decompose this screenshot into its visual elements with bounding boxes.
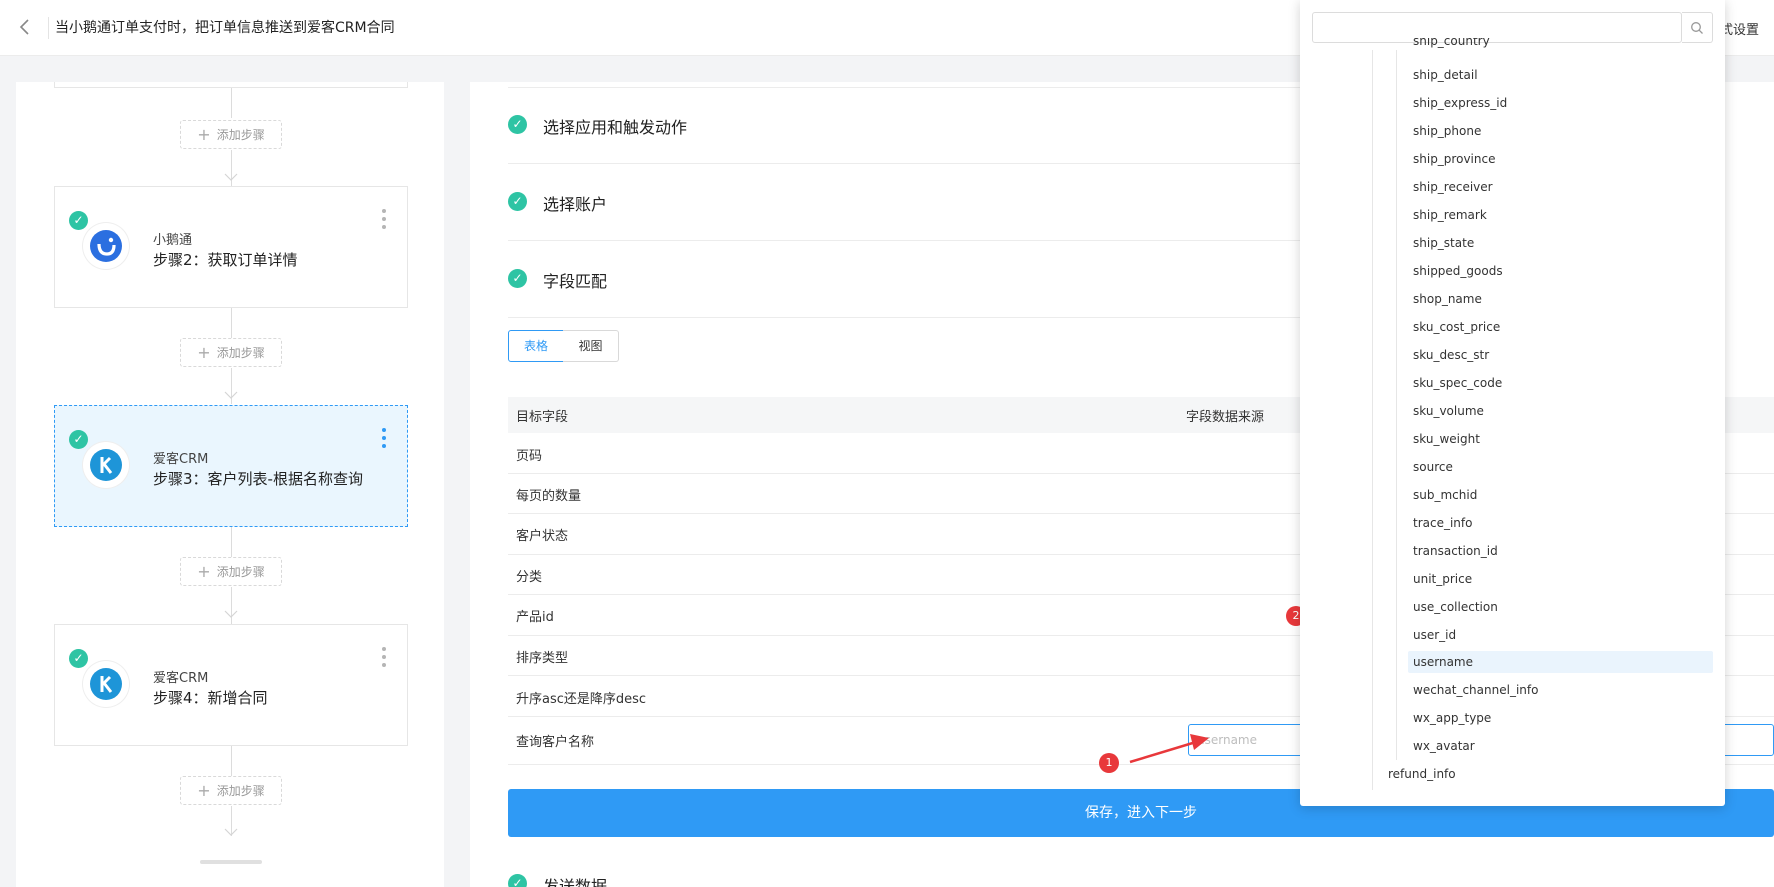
step-app-name: 爱客CRM: [153, 452, 209, 467]
more-vertical-icon[interactable]: [381, 428, 387, 452]
section-label: 选择账户: [543, 195, 608, 214]
dropdown-item[interactable]: ship_remark: [1412, 204, 1712, 226]
check-icon: ✓: [69, 211, 88, 230]
page-title: 当小鹅通订单支付时，把订单信息推送到爱客CRM合同: [48, 17, 395, 39]
step-app-name: 小鹅通: [153, 233, 193, 248]
check-icon: ✓: [69, 430, 88, 449]
scrollbar-thumb[interactable]: [200, 860, 262, 864]
tree-guide-line: [1396, 50, 1397, 760]
annotation-badge: 1: [1099, 753, 1119, 773]
dropdown-item[interactable]: wx_app_type: [1412, 707, 1712, 729]
check-icon: ✓: [508, 192, 527, 211]
divider: [508, 87, 1308, 88]
dropdown-item[interactable]: sku_weight: [1412, 428, 1712, 450]
aike-crm-logo-icon: [83, 661, 129, 707]
step-title: 步骤3：客户列表-根据名称查询: [153, 470, 363, 488]
step-card-2[interactable]: ✓ 小鹅通 步骤2：获取订单详情: [54, 186, 408, 308]
section-label: 选择应用和触发动作: [543, 118, 688, 137]
add-step-button[interactable]: + 添加步骤: [180, 557, 282, 586]
dropdown-item[interactable]: ship_detail: [1412, 64, 1712, 86]
dropdown-item[interactable]: shipped_goods: [1412, 260, 1712, 282]
xiaoetong-logo-icon: [83, 223, 129, 269]
connector-line: [231, 308, 232, 338]
divider: [508, 240, 1308, 241]
section-label: 字段匹配: [543, 272, 608, 291]
divider: [508, 163, 1308, 164]
dropdown-item[interactable]: wx_avatar: [1412, 735, 1712, 757]
dropdown-item[interactable]: user_id: [1412, 624, 1712, 646]
field-select-dropdown: ship_country ship_detail ship_express_id…: [1300, 0, 1725, 806]
column-header: 目标字段: [516, 410, 569, 425]
plus-icon: +: [197, 781, 211, 800]
dropdown-item-selected[interactable]: username: [1408, 651, 1713, 673]
tree-guide-line: [1372, 50, 1373, 790]
column-header: 字段数据来源: [1186, 410, 1265, 425]
dropdown-item[interactable]: shop_name: [1412, 288, 1712, 310]
check-icon: ✓: [508, 874, 527, 887]
connector-line: [231, 746, 232, 776]
dropdown-item[interactable]: use_collection: [1412, 596, 1712, 618]
step-title: 步骤2：获取订单详情: [153, 251, 298, 269]
dropdown-item[interactable]: ship_receiver: [1412, 176, 1712, 198]
more-vertical-icon[interactable]: [381, 647, 387, 671]
check-icon: ✓: [69, 649, 88, 668]
plus-icon: +: [197, 562, 211, 581]
tab-table[interactable]: 表格: [508, 330, 564, 362]
dropdown-item[interactable]: ship_province: [1412, 148, 1712, 170]
dropdown-item[interactable]: sub_mchid: [1412, 484, 1712, 506]
dropdown-item[interactable]: source: [1412, 456, 1712, 478]
dropdown-item[interactable]: unit_price: [1412, 568, 1712, 590]
settings-link[interactable]: 式设置: [1720, 19, 1759, 38]
aike-crm-logo-icon: [83, 442, 129, 488]
chevron-down-icon: [224, 610, 238, 618]
connector-line: [231, 527, 232, 557]
chevron-down-icon: [224, 391, 238, 399]
more-vertical-icon[interactable]: [381, 209, 387, 233]
dropdown-item[interactable]: transaction_id: [1412, 540, 1712, 562]
step-card-4[interactable]: ✓ 爱客CRM 步骤4：新增合同: [54, 624, 408, 746]
chevron-down-icon: [224, 828, 238, 836]
step-app-name: 爱客CRM: [153, 671, 209, 686]
check-icon: ✓: [508, 115, 527, 134]
dropdown-item[interactable]: sku_volume: [1412, 400, 1712, 422]
dropdown-item[interactable]: sku_spec_code: [1412, 372, 1712, 394]
connector-line: [231, 88, 232, 118]
add-step-button[interactable]: + 添加步骤: [180, 338, 282, 367]
plus-icon: +: [197, 125, 211, 144]
chevron-down-icon: [224, 173, 238, 181]
step-card-3[interactable]: ✓ 爱客CRM 步骤3：客户列表-根据名称查询: [54, 405, 408, 527]
dropdown-item[interactable]: ship_express_id: [1412, 92, 1712, 114]
dropdown-item[interactable]: wechat_channel_info: [1412, 679, 1712, 701]
dropdown-item[interactable]: sku_desc_str: [1412, 344, 1712, 366]
section-label: 发送数据: [543, 877, 608, 887]
tab-view[interactable]: 视图: [563, 330, 619, 362]
add-step-button[interactable]: + 添加步骤: [180, 776, 282, 805]
search-icon: [1691, 22, 1703, 34]
add-step-button[interactable]: + 添加步骤: [180, 120, 282, 149]
dropdown-item[interactable]: ship_phone: [1412, 120, 1712, 142]
dropdown-item[interactable]: ship_country: [1412, 38, 1712, 52]
dropdown-item[interactable]: sku_cost_price: [1412, 316, 1712, 338]
plus-icon: +: [197, 343, 211, 362]
divider: [508, 317, 1308, 318]
check-icon: ✓: [508, 269, 527, 288]
chevron-left-icon[interactable]: [14, 16, 36, 38]
dropdown-item[interactable]: trace_info: [1412, 512, 1712, 534]
dropdown-item[interactable]: ship_state: [1412, 232, 1712, 254]
dropdown-parent-item[interactable]: refund_info: [1388, 763, 1456, 785]
step-title: 步骤4：新增合同: [153, 689, 268, 707]
